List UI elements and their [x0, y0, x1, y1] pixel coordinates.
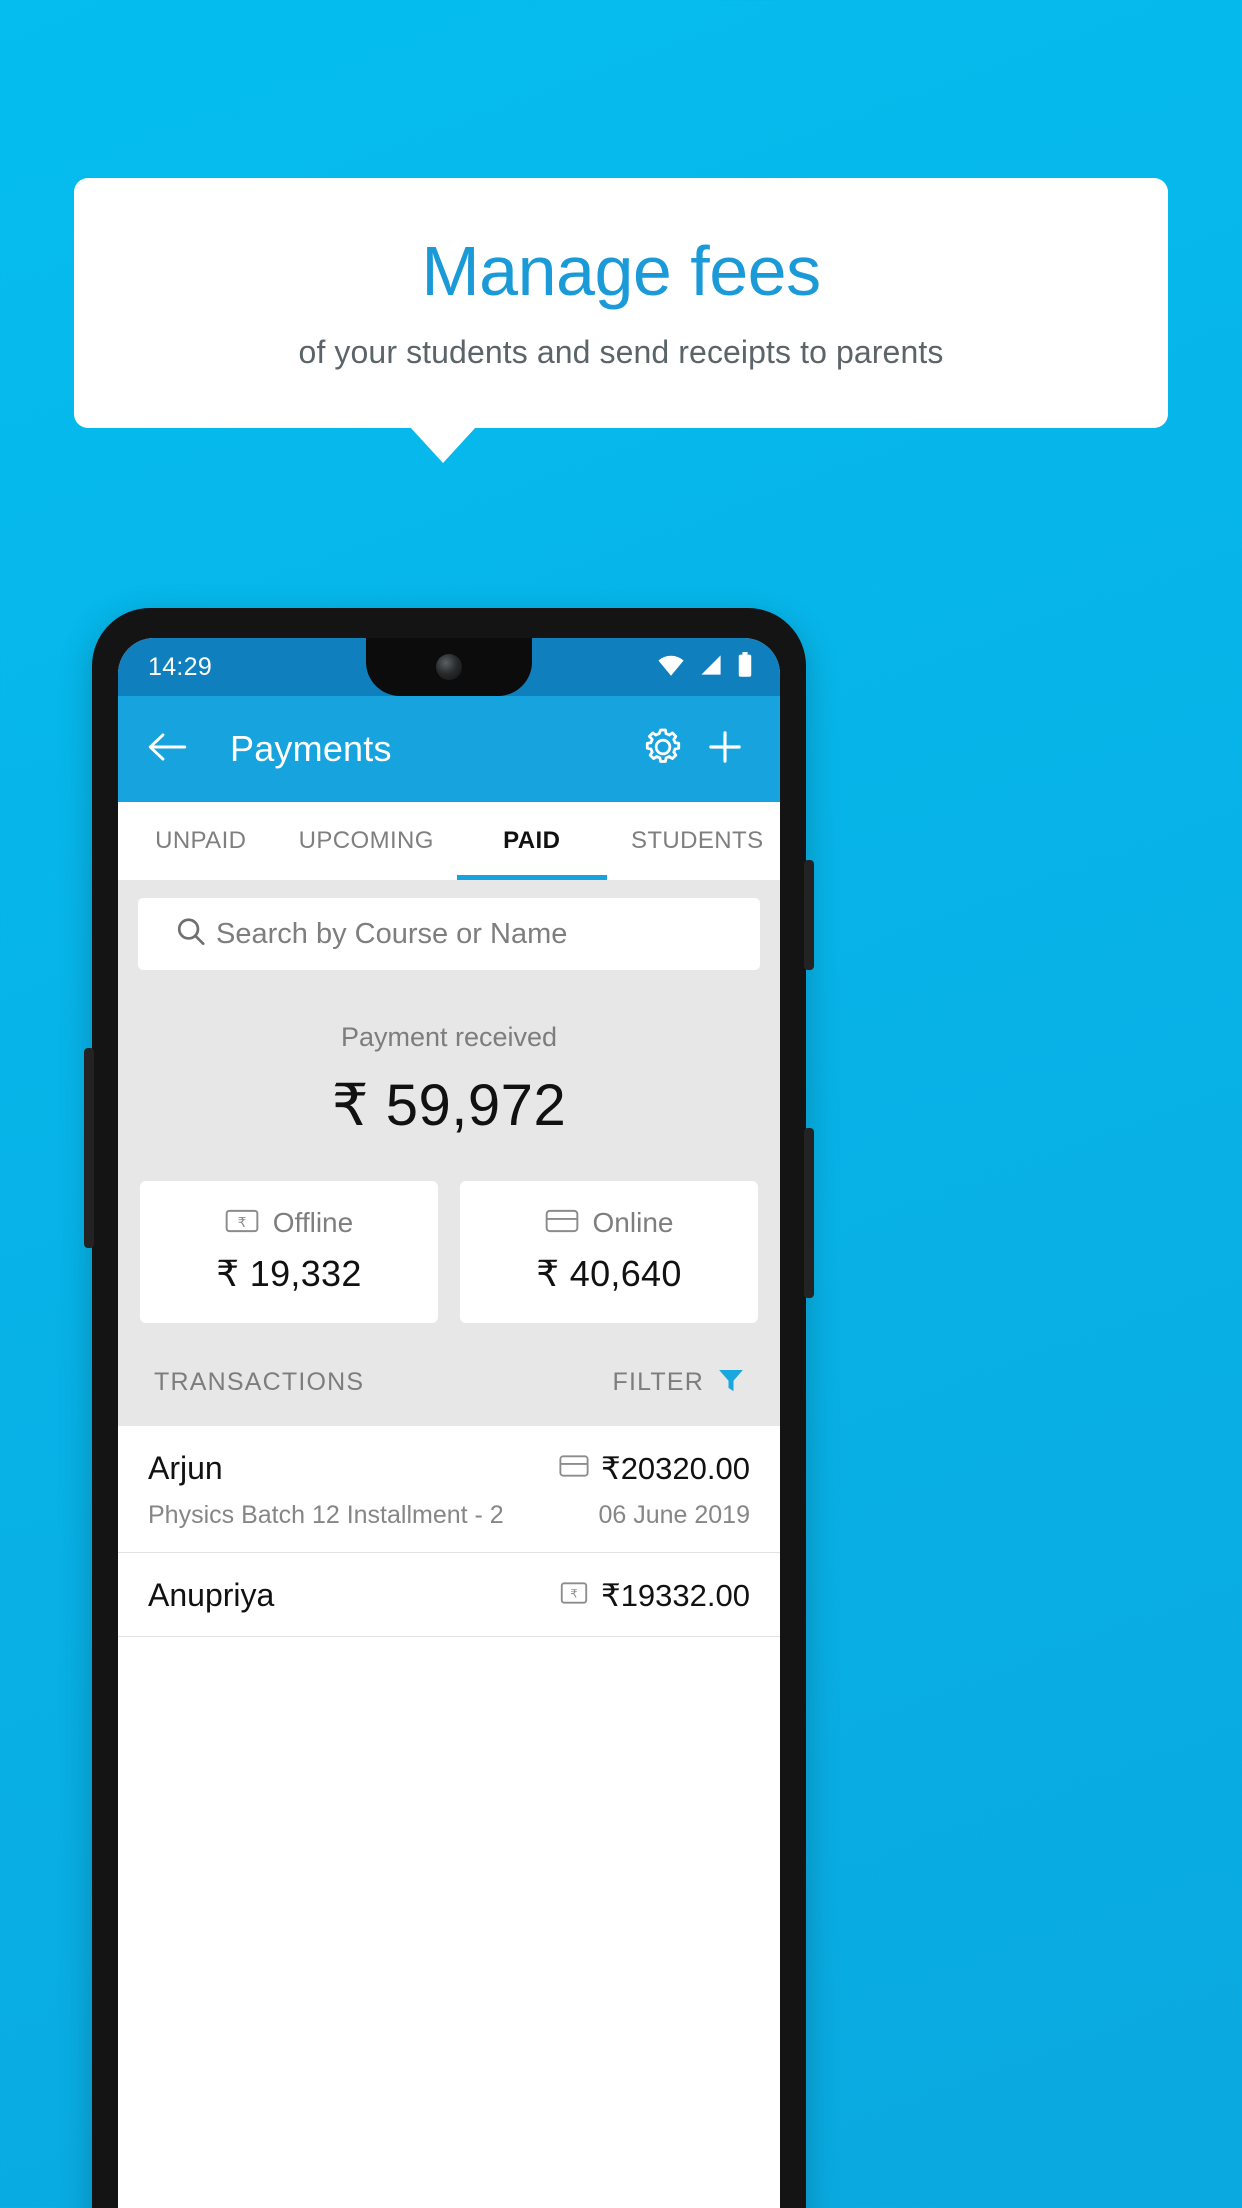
search-placeholder: Search by Course or Name	[216, 917, 568, 950]
svg-text:₹: ₹	[237, 1214, 246, 1230]
transaction-list: Arjun ₹20320.00 Physics Batch 12 Install…	[118, 1426, 780, 1637]
credit-card-icon	[545, 1208, 579, 1239]
tab-unpaid[interactable]: UNPAID	[118, 802, 284, 880]
transaction-primary-line: Arjun ₹20320.00	[148, 1450, 750, 1487]
credit-card-icon	[559, 1454, 589, 1483]
search-container: Search by Course or Name	[118, 880, 780, 970]
filter-label: FILTER	[612, 1368, 704, 1396]
phone-power-button[interactable]	[804, 860, 814, 970]
transaction-secondary-line: Physics Batch 12 Installment - 2 06 June…	[148, 1501, 750, 1530]
svg-text:₹: ₹	[570, 1587, 577, 1601]
filter-button[interactable]: FILTER	[613, 1365, 746, 1400]
promo-subtitle: of your students and send receipts to pa…	[298, 334, 944, 371]
wifi-icon	[656, 653, 686, 682]
transaction-amount-group: ₹ ₹19332.00	[559, 1578, 750, 1614]
transaction-course: Physics Batch 12 Installment - 2	[148, 1501, 504, 1529]
tab-bar: UNPAID UPCOMING PAID STUDENTS	[118, 802, 780, 880]
online-label: Online	[592, 1207, 674, 1238]
transactions-header: TRANSACTIONS FILTER	[118, 1323, 780, 1426]
content-area: Search by Course or Name Payment receive…	[118, 880, 780, 1637]
table-row[interactable]: Anupriya ₹ ₹19332.00	[118, 1553, 780, 1637]
promo-title: Manage fees	[421, 231, 821, 310]
transaction-name: Anupriya	[148, 1577, 275, 1613]
search-input[interactable]: Search by Course or Name	[138, 898, 760, 970]
transaction-amount-group: ₹20320.00	[559, 1451, 750, 1487]
online-card[interactable]: Online ₹ 40,640	[460, 1181, 758, 1323]
phone-frame: 14:29 Payments UNPAID UPCOMING PAID STUD…	[84, 608, 814, 2208]
search-icon	[174, 915, 208, 954]
transaction-amount: ₹20320.00	[600, 1450, 750, 1486]
tab-upcoming[interactable]: UPCOMING	[284, 802, 450, 880]
phone-screen: 14:29 Payments UNPAID UPCOMING PAID STUD…	[118, 638, 780, 2208]
back-button[interactable]	[146, 730, 204, 769]
settings-button[interactable]	[632, 726, 694, 773]
page-title: Payments	[230, 728, 392, 769]
transaction-name: Arjun	[148, 1450, 223, 1486]
phone-volume-button[interactable]	[804, 1128, 814, 1298]
front-camera	[436, 654, 462, 680]
table-row[interactable]: Arjun ₹20320.00 Physics Batch 12 Install…	[118, 1426, 780, 1553]
offline-card[interactable]: ₹ Offline ₹ 19,332	[140, 1181, 438, 1323]
arrow-back-icon	[146, 730, 188, 769]
status-time: 14:29	[148, 652, 213, 681]
payment-summary: Payment received ₹ 59,972	[118, 970, 780, 1139]
status-bar: 14:29	[118, 638, 780, 696]
summary-label: Payment received	[340, 1022, 558, 1052]
app-bar: Payments	[118, 696, 780, 802]
online-card-header: Online	[460, 1207, 758, 1239]
offline-amount: ₹ 19,332	[216, 1253, 362, 1294]
battery-icon	[736, 651, 754, 683]
transaction-amount: ₹19332.00	[600, 1577, 750, 1613]
signal-icon	[698, 653, 724, 682]
summary-amount: ₹ 59,972	[331, 1073, 567, 1138]
status-icons	[656, 651, 754, 683]
gear-icon	[642, 726, 684, 773]
offline-card-header: ₹ Offline	[140, 1207, 438, 1239]
payment-method-cards: ₹ Offline ₹ 19,332 Online ₹ 40,640	[118, 1139, 780, 1323]
offline-label: Offline	[272, 1207, 354, 1238]
transaction-date: 06 June 2019	[598, 1501, 750, 1529]
add-button[interactable]	[694, 727, 756, 772]
transaction-primary-line: Anupriya ₹ ₹19332.00	[148, 1577, 750, 1614]
promo-card: Manage fees of your students and send re…	[74, 178, 1168, 428]
funnel-icon	[716, 1365, 746, 1400]
tab-paid[interactable]: PAID	[449, 802, 615, 880]
cash-note-icon: ₹	[559, 1581, 589, 1610]
cash-note-icon: ₹	[225, 1208, 259, 1239]
phone-side-button-left[interactable]	[84, 1048, 94, 1248]
transactions-title: TRANSACTIONS	[154, 1368, 365, 1396]
online-amount: ₹ 40,640	[536, 1253, 682, 1294]
tab-students[interactable]: STUDENTS	[615, 802, 781, 880]
plus-icon	[705, 727, 745, 772]
promo-card-tail	[410, 427, 476, 463]
